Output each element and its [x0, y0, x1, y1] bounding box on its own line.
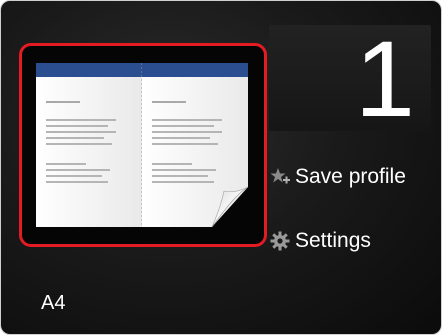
left-page	[36, 63, 142, 227]
settings-label: Settings	[295, 229, 371, 252]
copies-panel[interactable]: 1	[269, 19, 431, 139]
book-spread-preview	[36, 63, 249, 228]
paper-size-label[interactable]: A4	[41, 292, 65, 315]
settings-button[interactable]: Settings	[269, 229, 371, 253]
gear-icon	[269, 230, 291, 252]
copy-standby-screen: 1 Save profile Settings A4	[0, 0, 442, 335]
save-profile-button[interactable]: Save profile	[269, 165, 406, 189]
copies-count: 1	[354, 18, 415, 139]
preview-selection[interactable]	[19, 43, 267, 247]
right-page	[142, 63, 249, 228]
save-profile-label: Save profile	[295, 165, 406, 188]
star-plus-icon	[269, 166, 291, 188]
